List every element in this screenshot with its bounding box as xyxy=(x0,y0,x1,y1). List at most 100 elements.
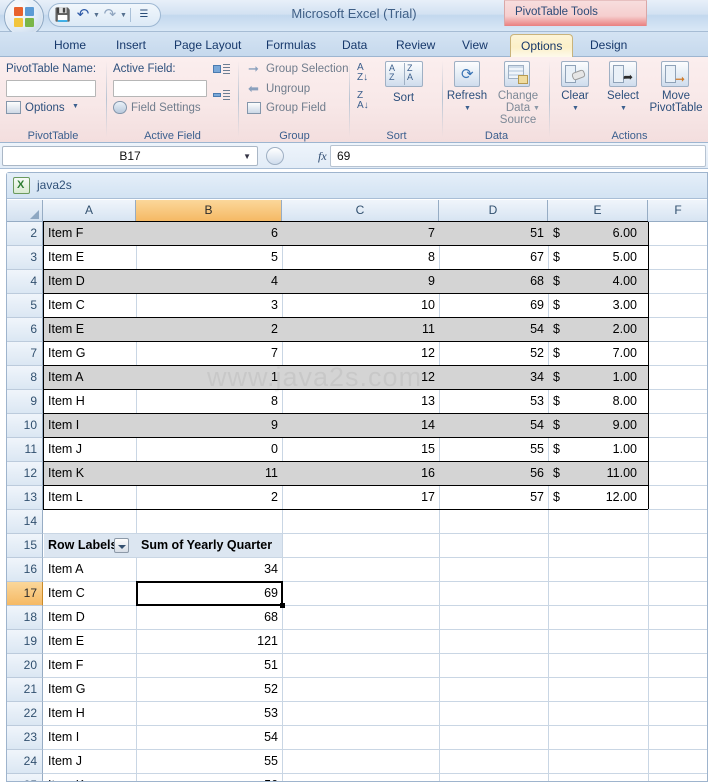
clear-icon[interactable] xyxy=(561,61,589,87)
row-header-21[interactable]: 21 xyxy=(7,678,43,702)
row-header-12[interactable]: 12 xyxy=(7,462,43,486)
row-header-8[interactable]: 8 xyxy=(7,366,43,390)
row-header-2[interactable]: 2 xyxy=(7,222,43,246)
tab-view[interactable]: View xyxy=(452,34,498,57)
row-header-6[interactable]: 6 xyxy=(7,318,43,342)
cell-A10[interactable]: Item I xyxy=(44,414,136,438)
pivot-row-label-20[interactable]: Item F xyxy=(44,654,136,678)
formula-input[interactable]: 69 xyxy=(330,145,706,167)
cell-D3[interactable]: 67 xyxy=(440,246,548,270)
cell-E9[interactable]: 8.00 xyxy=(549,390,641,414)
cell-E7[interactable]: 7.00 xyxy=(549,342,641,366)
pivot-row-label-24[interactable]: Item J xyxy=(44,750,136,774)
sort-button-icon[interactable]: AZ ZA xyxy=(385,61,423,87)
cell-B10[interactable]: 9 xyxy=(137,414,282,438)
row-header-19[interactable]: 19 xyxy=(7,630,43,654)
column-header-c[interactable]: C xyxy=(282,200,439,222)
row-header-23[interactable]: 23 xyxy=(7,726,43,750)
column-header-e[interactable]: E xyxy=(548,200,648,222)
cell-B4[interactable]: 4 xyxy=(137,270,282,294)
row-header-18[interactable]: 18 xyxy=(7,606,43,630)
tab-data[interactable]: Data xyxy=(332,34,377,57)
cell-C2[interactable]: 7 xyxy=(283,222,439,246)
row-header-17[interactable]: 17 xyxy=(7,582,43,606)
pivot-row-label-21[interactable]: Item G xyxy=(44,678,136,702)
cell-C13[interactable]: 17 xyxy=(283,486,439,510)
move-pivottable-icon[interactable]: ➞ xyxy=(661,61,689,87)
row-header-15[interactable]: 15 xyxy=(7,534,43,558)
cell-E8[interactable]: 1.00 xyxy=(549,366,641,390)
row-header-3[interactable]: 3 xyxy=(7,246,43,270)
select-button[interactable]: Select xyxy=(603,90,643,102)
row-header-9[interactable]: 9 xyxy=(7,390,43,414)
cell-D13[interactable]: 57 xyxy=(440,486,548,510)
refresh-dropdown-icon[interactable]: ▼ xyxy=(464,105,471,112)
pivot-row-label-17[interactable]: Item C xyxy=(44,582,136,606)
cell-C7[interactable]: 12 xyxy=(283,342,439,366)
tab-page-layout[interactable]: Page Layout xyxy=(164,34,251,57)
row-header-14[interactable]: 14 xyxy=(7,510,43,534)
column-header-b[interactable]: B xyxy=(136,200,282,222)
pivot-row-label-23[interactable]: Item I xyxy=(44,726,136,750)
tab-formulas[interactable]: Formulas xyxy=(256,34,326,57)
cell-A2[interactable]: Item F xyxy=(44,222,136,246)
pivottable-options-button[interactable]: Options xyxy=(25,102,65,114)
cell-E13[interactable]: 12.00 xyxy=(549,486,641,510)
cell-B8[interactable]: 1 xyxy=(137,366,282,390)
clear-dropdown-icon[interactable]: ▼ xyxy=(572,105,579,112)
cell-D4[interactable]: 68 xyxy=(440,270,548,294)
collapse-field-icon[interactable] xyxy=(213,89,230,102)
cell-D9[interactable]: 53 xyxy=(440,390,548,414)
cell-D10[interactable]: 54 xyxy=(440,414,548,438)
worksheet-grid[interactable]: A B C D E F 2 3 4 5 6 7 8 9 10 11 12 13 14 15 16 17 18 19 20 21 22… xyxy=(7,200,707,781)
row-header-13[interactable]: 13 xyxy=(7,486,43,510)
sort-button[interactable]: Sort xyxy=(393,92,414,104)
pivot-row-value-19[interactable]: 121 xyxy=(137,630,282,654)
cell-D2[interactable]: 51 xyxy=(440,222,548,246)
row-header-7[interactable]: 7 xyxy=(7,342,43,366)
cell-D5[interactable]: 69 xyxy=(440,294,548,318)
pivot-row-label-16[interactable]: Item A xyxy=(44,558,136,582)
cell-A12[interactable]: Item K xyxy=(44,462,136,486)
cell-C10[interactable]: 14 xyxy=(283,414,439,438)
group-selection-button[interactable]: Group Selection xyxy=(266,63,348,75)
tab-design[interactable]: Design xyxy=(580,34,637,57)
move-pivottable-button[interactable]: Move PivotTable xyxy=(647,90,705,114)
cell-A7[interactable]: Item G xyxy=(44,342,136,366)
row-header-20[interactable]: 20 xyxy=(7,654,43,678)
change-data-source-dropdown-icon[interactable]: ▼ xyxy=(533,105,540,112)
cell-E6[interactable]: 2.00 xyxy=(549,318,641,342)
pivot-row-value-18[interactable]: 68 xyxy=(137,606,282,630)
field-settings-button[interactable]: Field Settings xyxy=(131,102,201,114)
tab-review[interactable]: Review xyxy=(386,34,445,57)
cell-A4[interactable]: Item D xyxy=(44,270,136,294)
row-header-22[interactable]: 22 xyxy=(7,702,43,726)
pivot-row-label-22[interactable]: Item H xyxy=(44,702,136,726)
cell-D7[interactable]: 52 xyxy=(440,342,548,366)
pivot-row-value-22[interactable]: 53 xyxy=(137,702,282,726)
cell-B3[interactable]: 5 xyxy=(137,246,282,270)
name-box[interactable]: B17 ▼ xyxy=(2,146,258,166)
tab-options[interactable]: Options xyxy=(510,34,574,57)
cell-B6[interactable]: 2 xyxy=(137,318,282,342)
row-header-25[interactable]: 25 xyxy=(7,774,43,781)
group-field-button[interactable]: Group Field xyxy=(266,102,326,114)
pivot-row-value-23[interactable]: 54 xyxy=(137,726,282,750)
cell-A11[interactable]: Item J xyxy=(44,438,136,462)
cell-C6[interactable]: 11 xyxy=(283,318,439,342)
cancel-enter-icon[interactable] xyxy=(266,147,284,165)
pivot-row-value-20[interactable]: 51 xyxy=(137,654,282,678)
cell-C12[interactable]: 16 xyxy=(283,462,439,486)
name-box-dropdown-icon[interactable]: ▼ xyxy=(243,147,251,166)
cell-C3[interactable]: 8 xyxy=(283,246,439,270)
pivot-row-value-24[interactable]: 55 xyxy=(137,750,282,774)
expand-field-icon[interactable] xyxy=(213,63,230,76)
pivot-row-label-25[interactable]: Item K xyxy=(44,774,136,781)
cell-B7[interactable]: 7 xyxy=(137,342,282,366)
cell-B13[interactable]: 2 xyxy=(137,486,282,510)
row-header-11[interactable]: 11 xyxy=(7,438,43,462)
select-icon[interactable]: ➦ xyxy=(609,61,637,87)
cell-A8[interactable]: Item A xyxy=(44,366,136,390)
insert-function-icon[interactable]: fx xyxy=(318,149,327,164)
cell-B2[interactable]: 6 xyxy=(137,222,282,246)
